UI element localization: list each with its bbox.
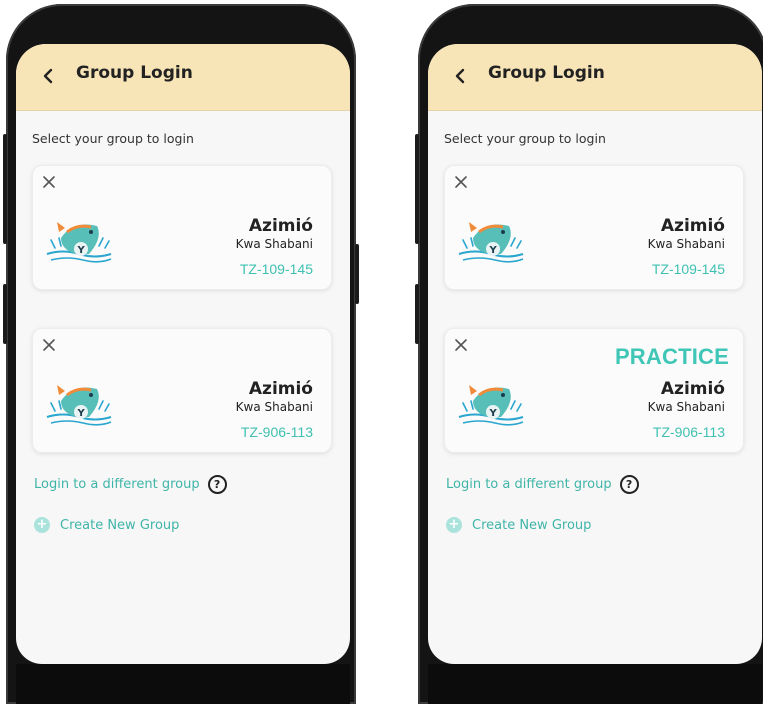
plus-circle-icon: + — [446, 517, 462, 533]
login-different-group-label: Login to a different group — [446, 477, 612, 492]
group-card[interactable]: Y Azimió Kwa Shabani TZ-109-145 — [32, 165, 332, 290]
create-new-group-button[interactable]: + Create New Group — [446, 517, 591, 533]
svg-text:Y: Y — [77, 245, 86, 256]
group-card[interactable]: Y Azimió Kwa Shabani TZ-906-113 — [32, 328, 332, 453]
phone-bottom-bezel — [428, 664, 762, 704]
side-button — [3, 284, 7, 344]
create-new-group-label: Create New Group — [472, 517, 592, 533]
create-new-group-label: Create New Group — [60, 517, 180, 533]
close-icon[interactable] — [41, 174, 57, 190]
page-title: Group Login — [488, 63, 605, 83]
fish-logo-icon: Y — [455, 381, 527, 427]
group-location: Kwa Shabani — [235, 400, 313, 414]
create-new-group-button[interactable]: + Create New Group — [34, 517, 179, 533]
question-circle-icon[interactable]: ? — [207, 475, 227, 494]
group-code: TZ-906-113 — [240, 424, 313, 440]
volume-button — [415, 134, 419, 244]
group-location: Kwa Shabani — [647, 400, 725, 414]
group-name: Azimió — [248, 379, 313, 399]
group-code: TZ-109-145 — [651, 261, 725, 277]
close-icon[interactable] — [453, 337, 469, 353]
app-header: Group Login — [428, 44, 762, 111]
svg-text:Y: Y — [489, 408, 498, 419]
group-location: Kwa Shabani — [647, 237, 725, 251]
app-header: Group Login — [16, 44, 350, 111]
group-card-practice[interactable]: PRACTICE Y Azimió Kwa Shabani TZ-906-113 — [444, 328, 744, 453]
side-button — [415, 284, 419, 344]
group-name: Azimió — [660, 379, 725, 399]
close-icon[interactable] — [41, 337, 57, 353]
phone-frame-right: Group Login Select your group to login Y — [415, 4, 763, 704]
group-card[interactable]: Y Azimió Kwa Shabani TZ-109-145 — [444, 165, 744, 290]
app-screen-right: Group Login Select your group to login Y — [428, 44, 762, 664]
fish-logo-icon: Y — [43, 381, 115, 427]
chevron-left-icon[interactable] — [38, 66, 58, 86]
group-code: TZ-906-113 — [652, 424, 725, 440]
group-code: TZ-109-145 — [239, 261, 313, 277]
phone-frame-left: Group Login Select your group to login Y — [3, 4, 359, 704]
phone-bottom-bezel — [16, 664, 350, 704]
app-screen-left: Group Login Select your group to login Y — [16, 44, 350, 664]
page-title: Group Login — [76, 63, 193, 83]
login-different-group-label: Login to a different group — [34, 477, 200, 492]
plus-circle-icon: + — [34, 517, 50, 533]
svg-text:Y: Y — [77, 408, 86, 419]
group-name: Azimió — [660, 216, 725, 236]
instruction-text: Select your group to login — [32, 131, 194, 146]
login-different-group-link[interactable]: Login to a different group ? — [34, 475, 227, 494]
practice-badge: PRACTICE — [614, 344, 729, 369]
instruction-text: Select your group to login — [444, 131, 606, 146]
login-different-group-link[interactable]: Login to a different group ? — [446, 475, 639, 494]
group-location: Kwa Shabani — [235, 237, 313, 251]
question-circle-icon[interactable]: ? — [619, 475, 639, 494]
group-name: Azimió — [248, 216, 313, 236]
close-icon[interactable] — [453, 174, 469, 190]
chevron-left-icon[interactable] — [450, 66, 470, 86]
fish-logo-icon: Y — [43, 218, 115, 264]
volume-button — [3, 134, 7, 244]
fish-logo-icon: Y — [455, 218, 527, 264]
power-button — [355, 244, 359, 304]
svg-text:Y: Y — [489, 245, 498, 256]
